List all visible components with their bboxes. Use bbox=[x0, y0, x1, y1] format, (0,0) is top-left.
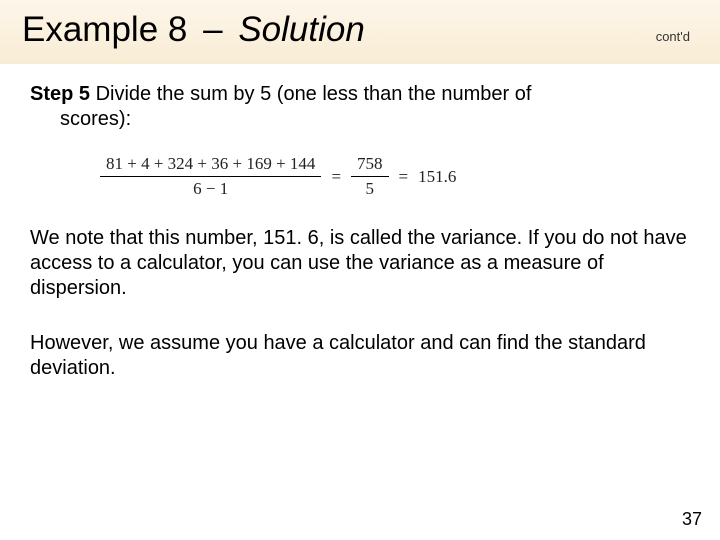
equation-result: 151.6 bbox=[418, 166, 456, 187]
title-bar: Example 8 – Solution cont'd bbox=[0, 0, 720, 64]
paragraph-variance: We note that this number, 151. 6, is cal… bbox=[30, 226, 690, 301]
numerator-right: 758 bbox=[351, 154, 389, 176]
denominator-left: 6 − 1 bbox=[100, 176, 321, 199]
numerator-left: 81 + 4 + 324 + 36 + 169 + 144 bbox=[100, 154, 321, 176]
fraction-right: 758 5 bbox=[351, 154, 389, 200]
step-label: Step 5 bbox=[30, 83, 90, 105]
continued-label: cont'd bbox=[656, 29, 698, 44]
paragraph-calculator: However, we assume you have a calculator… bbox=[30, 331, 690, 381]
equation: 81 + 4 + 324 + 36 + 169 + 144 6 − 1 = 75… bbox=[100, 154, 690, 200]
title-dash: – bbox=[203, 10, 222, 49]
step-text-line1: Divide the sum by 5 (one less than the n… bbox=[90, 83, 531, 105]
step-block: Step 5 Divide the sum by 5 (one less tha… bbox=[30, 82, 690, 132]
title-suffix: Solution bbox=[238, 10, 364, 49]
fraction-left: 81 + 4 + 324 + 36 + 169 + 144 6 − 1 bbox=[100, 154, 321, 200]
slide-content: Step 5 Divide the sum by 5 (one less tha… bbox=[0, 64, 720, 381]
page-number: 37 bbox=[682, 509, 702, 530]
slide-title: Example 8 – Solution bbox=[22, 10, 365, 50]
step-text-line2: scores): bbox=[30, 107, 690, 132]
equals-sign-1: = bbox=[331, 166, 341, 187]
denominator-right: 5 bbox=[351, 176, 389, 199]
title-prefix: Example 8 bbox=[22, 10, 187, 49]
equals-sign-2: = bbox=[399, 166, 409, 187]
